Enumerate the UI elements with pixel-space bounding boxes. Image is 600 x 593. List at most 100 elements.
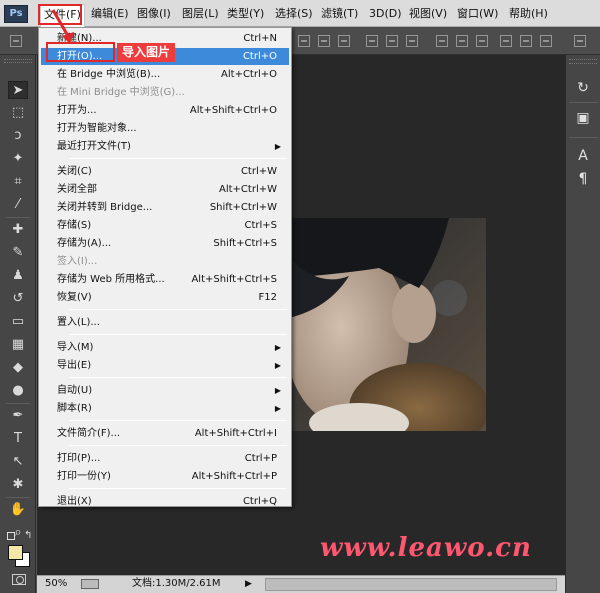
character-panel-icon[interactable]: A xyxy=(572,145,594,167)
healing-brush-tool-icon[interactable]: ✚ xyxy=(8,221,28,239)
menu-item-browse-in-mini-bridge: 在 Mini Bridge 中浏览(G)... xyxy=(41,84,289,101)
gradient-tool-icon[interactable]: ▦ xyxy=(8,336,28,354)
menu-item-shortcut: Alt+Shift+Ctrl+O xyxy=(189,105,277,116)
menu-item-save-for-web[interactable]: 存储为 Web 所用格式... Alt+Shift+Ctrl+S xyxy=(41,271,289,288)
menu-item-place[interactable]: 置入(L)... xyxy=(41,314,289,331)
zoom-level-field[interactable]: 50% xyxy=(45,576,67,592)
align-middle-icon[interactable] xyxy=(318,35,330,47)
menu-separator xyxy=(69,309,287,310)
menu-item-save-as[interactable]: 存储为(A)... Shift+Ctrl+S xyxy=(41,235,289,252)
menu-item-browse-in-bridge[interactable]: 在 Bridge 中浏览(B)... Alt+Ctrl+O xyxy=(41,66,289,83)
submenu-arrow-icon: ▶ xyxy=(274,142,281,151)
menu-layer[interactable]: 图层(L) xyxy=(179,6,222,22)
menu-item-import[interactable]: 导入(M) ▶ xyxy=(41,339,289,356)
menu-item-label: 签入(I)... xyxy=(57,256,98,267)
3d-panel-icon[interactable]: ▣ xyxy=(572,107,594,129)
menu-item-label: 存储为 Web 所用格式... xyxy=(57,274,165,285)
swap-colors-icon[interactable]: ↰ xyxy=(24,530,32,541)
distribute-middle-icon[interactable] xyxy=(456,35,468,47)
distribute-top-icon[interactable] xyxy=(436,35,448,47)
menu-view[interactable]: 视图(V) xyxy=(406,6,450,22)
menu-select[interactable]: 选择(S) xyxy=(272,6,316,22)
menu-item-scripts[interactable]: 脚本(R) ▶ xyxy=(41,400,289,417)
align-left-icon[interactable] xyxy=(366,35,378,47)
menu-item-label: 关闭并转到 Bridge... xyxy=(57,202,153,213)
menu-separator xyxy=(69,445,287,446)
horizontal-scrollbar[interactable] xyxy=(265,578,557,591)
annotation-arrow xyxy=(51,9,74,44)
menu-help[interactable]: 帮助(H) xyxy=(506,6,551,22)
menu-item-close[interactable]: 关闭(C) Ctrl+W xyxy=(41,163,289,180)
menu-item-open-as-smart-object[interactable]: 打开为智能对象... xyxy=(41,120,289,137)
dodge-tool-icon[interactable]: ● xyxy=(8,382,28,400)
align-right-icon[interactable] xyxy=(406,35,418,47)
distribute-left-icon[interactable] xyxy=(500,35,512,47)
custom-shape-tool-icon[interactable]: ✱ xyxy=(8,476,28,494)
menu-separator xyxy=(69,488,287,489)
menu-window[interactable]: 窗口(W) xyxy=(454,6,501,22)
menu-item-exit[interactable]: 退出(X) Ctrl+Q xyxy=(41,493,289,510)
menu-edit[interactable]: 编辑(E) xyxy=(88,6,132,22)
panel-separator xyxy=(569,102,598,103)
eraser-tool-icon[interactable]: ▭ xyxy=(8,313,28,331)
submenu-arrow-icon: ▶ xyxy=(274,404,281,413)
menu-filter[interactable]: 滤镜(T) xyxy=(318,6,361,22)
distribute-bottom-icon[interactable] xyxy=(476,35,488,47)
menu-item-label: 退出(X) xyxy=(57,496,92,507)
menu-item-automate[interactable]: 自动(U) ▶ xyxy=(41,382,289,399)
distribute-center-icon[interactable] xyxy=(520,35,532,47)
marquee-tool-icon[interactable]: ⬚ xyxy=(8,104,28,122)
blur-tool-icon[interactable]: ◆ xyxy=(8,359,28,377)
move-tool-icon[interactable]: ➤ xyxy=(8,81,28,99)
document-image[interactable] xyxy=(289,218,486,431)
menu-item-shortcut: Alt+Ctrl+O xyxy=(221,69,277,80)
crop-tool-icon[interactable]: ⌗ xyxy=(8,173,28,191)
menu-image[interactable]: 图像(I) xyxy=(134,6,174,22)
menu-item-shortcut: Ctrl+N xyxy=(243,33,277,44)
annotation-callout: 导入图片 xyxy=(117,43,176,62)
menu-item-shortcut: Shift+Ctrl+S xyxy=(213,238,277,249)
menu-item-open-recent[interactable]: 最近打开文件(T) ▶ xyxy=(41,138,289,155)
tool-preset-icon[interactable] xyxy=(10,35,22,47)
brush-tool-icon[interactable]: ✎ xyxy=(8,244,28,262)
panel-grip[interactable] xyxy=(569,59,597,64)
paragraph-panel-icon[interactable]: ¶ xyxy=(572,168,594,190)
menu-item-shortcut: Ctrl+W xyxy=(240,166,277,177)
history-panel-icon[interactable]: ↻ xyxy=(572,77,594,99)
align-bottom-icon[interactable] xyxy=(338,35,350,47)
menu-3d[interactable]: 3D(D) xyxy=(366,6,405,22)
menu-item-export[interactable]: 导出(E) ▶ xyxy=(41,357,289,374)
menu-type[interactable]: 类型(Y) xyxy=(224,6,267,22)
history-brush-tool-icon[interactable]: ↺ xyxy=(8,290,28,308)
lasso-tool-icon[interactable]: ↄ xyxy=(8,127,28,145)
panel-separator xyxy=(569,137,598,138)
path-selection-tool-icon[interactable]: ↖ xyxy=(8,453,28,471)
distribute-right-icon[interactable] xyxy=(540,35,552,47)
toolbar-grip[interactable] xyxy=(4,59,32,63)
menu-item-close-all[interactable]: 关闭全部 Alt+Ctrl+W xyxy=(41,181,289,198)
quick-selection-tool-icon[interactable]: ✦ xyxy=(8,150,28,168)
menu-item-print-one-copy[interactable]: 打印一份(Y) Alt+Shift+Ctrl+P xyxy=(41,468,289,485)
workspace-switcher-icon[interactable] xyxy=(574,35,586,47)
align-center-icon[interactable] xyxy=(386,35,398,47)
menu-item-print[interactable]: 打印(P)... Ctrl+P xyxy=(41,450,289,467)
eyedropper-tool-icon[interactable]: ⁄ xyxy=(8,196,28,214)
menu-item-close-and-go-to-bridge[interactable]: 关闭并转到 Bridge... Shift+Ctrl+W xyxy=(41,199,289,216)
default-colors-icon[interactable] xyxy=(7,532,15,540)
menu-item-file-info[interactable]: 文件简介(F)... Alt+Shift+Ctrl+I xyxy=(41,425,289,442)
status-preview-icon[interactable] xyxy=(81,579,99,589)
menu-item-save[interactable]: 存储(S) Ctrl+S xyxy=(41,217,289,234)
toolbar-separator xyxy=(6,217,30,218)
hand-tool-icon[interactable]: ✋ xyxy=(8,501,28,519)
clone-stamp-tool-icon[interactable]: ♟ xyxy=(8,267,28,285)
status-menu-arrow-icon[interactable]: ▶ xyxy=(245,576,252,592)
menu-item-revert[interactable]: 恢复(V) F12 xyxy=(41,289,289,306)
menu-separator xyxy=(69,334,287,335)
menu-item-open-as[interactable]: 打开为... Alt+Shift+Ctrl+O xyxy=(41,102,289,119)
pen-tool-icon[interactable]: ✒ xyxy=(8,407,28,425)
quick-mask-icon[interactable] xyxy=(12,574,26,585)
menu-item-label: 自动(U) xyxy=(57,385,93,396)
foreground-color-swatch[interactable] xyxy=(8,545,23,560)
type-tool-icon[interactable]: T xyxy=(8,430,28,448)
align-top-icon[interactable] xyxy=(298,35,310,47)
